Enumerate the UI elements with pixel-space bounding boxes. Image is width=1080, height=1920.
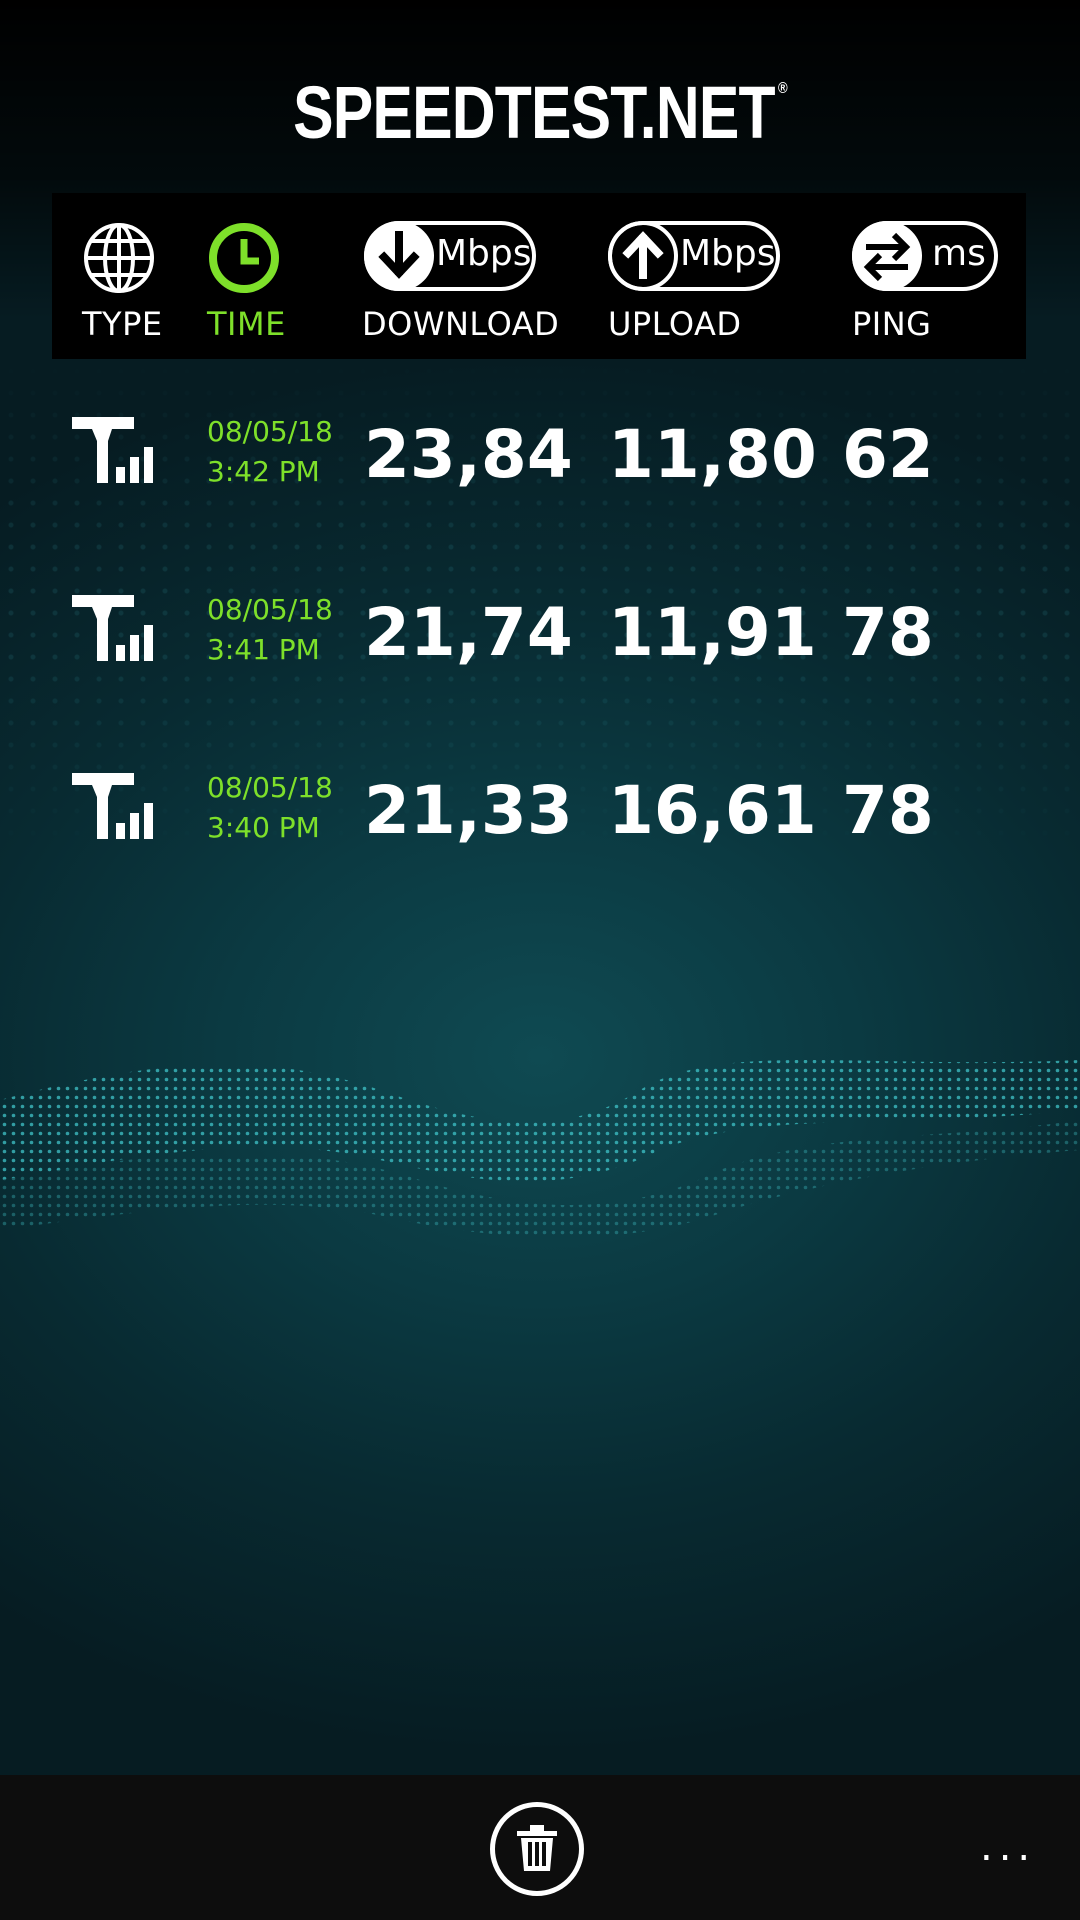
result-time: 3:42 PM	[207, 455, 320, 488]
result-ping: 78	[842, 594, 934, 671]
bottom-app-bar: ...	[0, 1775, 1080, 1920]
download-header-label: DOWNLOAD	[362, 305, 560, 343]
upload-arrow-icon	[608, 221, 678, 291]
sort-by-upload-button[interactable]: Mbps UPLOAD	[608, 193, 808, 359]
result-upload: 11,80	[608, 416, 817, 493]
result-upload: 16,61	[608, 772, 817, 849]
upload-unit-pill: Mbps	[608, 221, 780, 291]
registered-mark: ®	[778, 80, 788, 97]
cellular-signal-icon	[72, 773, 153, 839]
type-header-label: TYPE	[82, 305, 163, 343]
logo-text: SPEEDTEST.NET	[293, 71, 775, 154]
sort-by-time-button[interactable]: TIME	[207, 193, 317, 359]
time-header-label: TIME	[207, 305, 286, 343]
cellular-signal-icon	[72, 595, 153, 661]
cellular-signal-icon	[72, 417, 153, 483]
column-header-bar: TYPE TIME Mbps DOWNLOAD Mbps UPLOAD ms P…	[52, 193, 1026, 359]
delete-results-button[interactable]	[490, 1802, 584, 1896]
background-wave-graphic	[0, 1060, 1080, 1238]
ping-unit: ms	[932, 233, 986, 274]
sort-by-download-button[interactable]: Mbps DOWNLOAD	[362, 193, 572, 359]
download-unit: Mbps	[436, 233, 532, 274]
result-time: 3:40 PM	[207, 811, 320, 844]
result-date: 08/05/18	[207, 593, 333, 626]
result-time: 3:41 PM	[207, 633, 320, 666]
trash-icon	[517, 1825, 557, 1871]
download-arrow-icon	[364, 221, 434, 291]
result-ping: 78	[842, 772, 934, 849]
result-download: 21,33	[364, 772, 573, 849]
ping-arrows-icon	[852, 221, 922, 291]
result-row[interactable]: 08/05/18 3:42 PM 23,84 11,80 62	[0, 415, 1080, 535]
speedtest-logo: SPEEDTEST.NET ®	[97, 70, 983, 155]
result-date: 08/05/18	[207, 415, 333, 448]
result-row[interactable]: 08/05/18 3:40 PM 21,33 16,61 78	[0, 771, 1080, 891]
ping-unit-pill: ms	[852, 221, 998, 291]
result-download: 21,74	[364, 594, 573, 671]
more-options-button[interactable]: ...	[980, 1827, 1036, 1867]
globe-icon	[84, 223, 154, 293]
sort-by-ping-button[interactable]: ms PING	[852, 193, 1012, 359]
upload-unit: Mbps	[680, 233, 776, 274]
result-ping: 62	[842, 416, 934, 493]
download-unit-pill: Mbps	[364, 221, 536, 291]
ping-header-label: PING	[852, 305, 932, 343]
upload-header-label: UPLOAD	[608, 305, 742, 343]
result-download: 23,84	[364, 416, 573, 493]
result-row[interactable]: 08/05/18 3:41 PM 21,74 11,91 78	[0, 593, 1080, 713]
clock-icon	[209, 223, 279, 293]
sort-by-type-button[interactable]: TYPE	[76, 193, 196, 359]
result-upload: 11,91	[608, 594, 817, 671]
result-date: 08/05/18	[207, 771, 333, 804]
